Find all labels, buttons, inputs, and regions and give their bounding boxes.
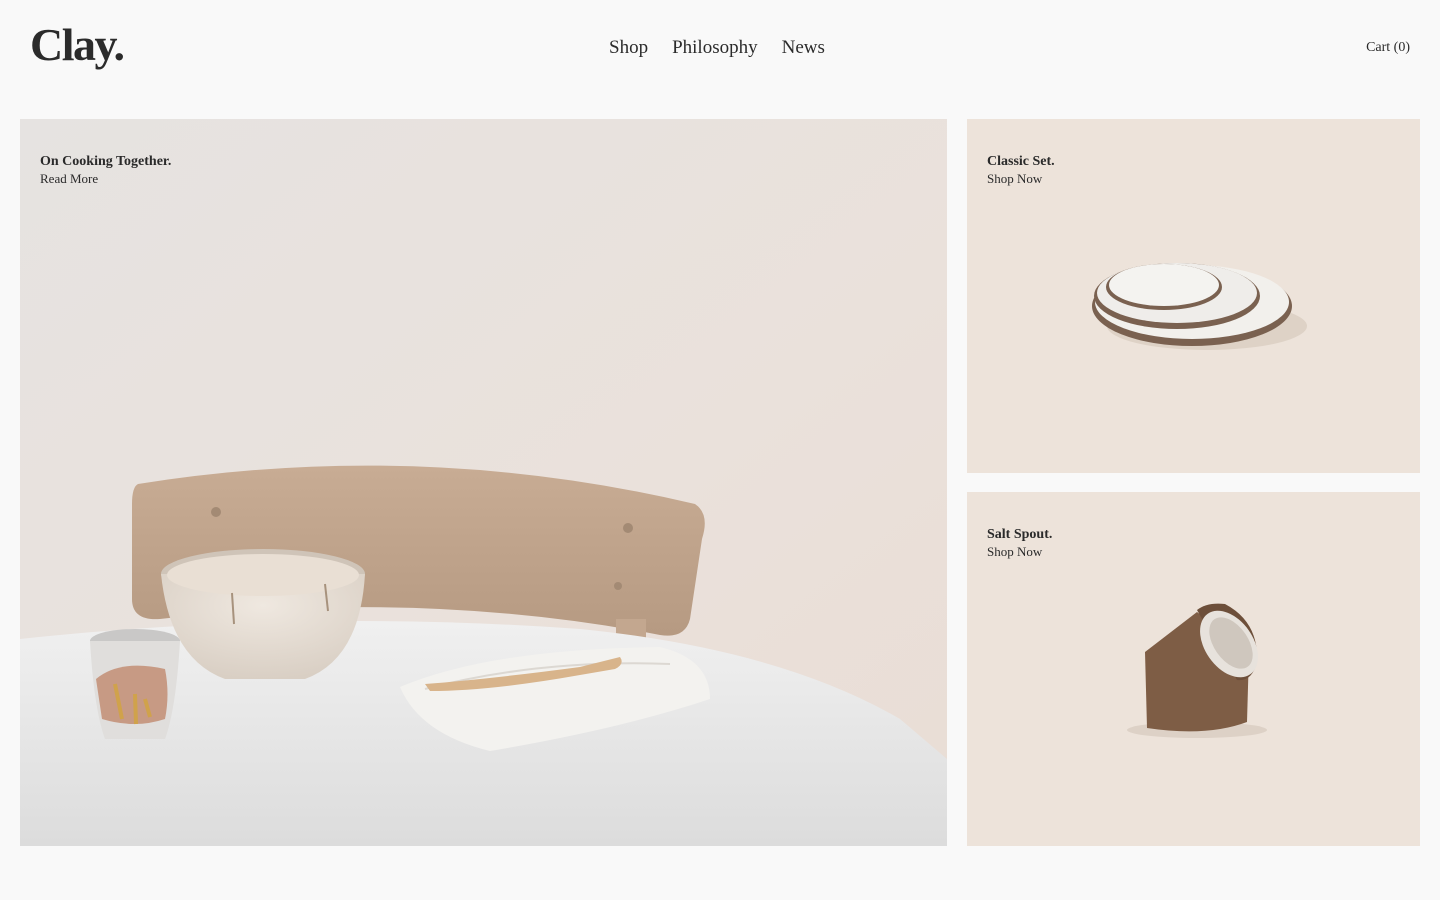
hero-feature[interactable]: On Cooking Together. Read More xyxy=(20,119,947,846)
nav-philosophy[interactable]: Philosophy xyxy=(672,37,758,60)
classic-set-title: Classic Set. xyxy=(987,154,1055,169)
salt-spout-caption: Salt Spout. Shop Now xyxy=(987,526,1052,560)
product-card-salt-spout[interactable]: Salt Spout. Shop Now xyxy=(967,492,1420,846)
main-nav: Shop Philosophy News xyxy=(609,37,825,60)
nav-shop[interactable]: Shop xyxy=(609,37,648,60)
classic-set-caption: Classic Set. Shop Now xyxy=(987,153,1055,187)
read-more-link[interactable]: Read More xyxy=(40,171,171,188)
site-header: Clay. Shop Philosophy News Cart (0) xyxy=(0,0,1440,100)
cart-link[interactable]: Cart (0) xyxy=(1366,40,1410,56)
logo[interactable]: Clay. xyxy=(30,22,125,68)
product-card-classic-set[interactable]: Classic Set. Shop Now xyxy=(967,119,1420,473)
hero-title: On Cooking Together. xyxy=(40,154,172,169)
hero-caption: On Cooking Together. Read More xyxy=(40,153,171,187)
classic-set-shop-link[interactable]: Shop Now xyxy=(987,171,1055,188)
salt-spout-title: Salt Spout. xyxy=(987,527,1053,542)
salt-spout-shop-link[interactable]: Shop Now xyxy=(987,544,1052,561)
hero-image xyxy=(20,119,947,846)
nav-news[interactable]: News xyxy=(782,37,825,60)
